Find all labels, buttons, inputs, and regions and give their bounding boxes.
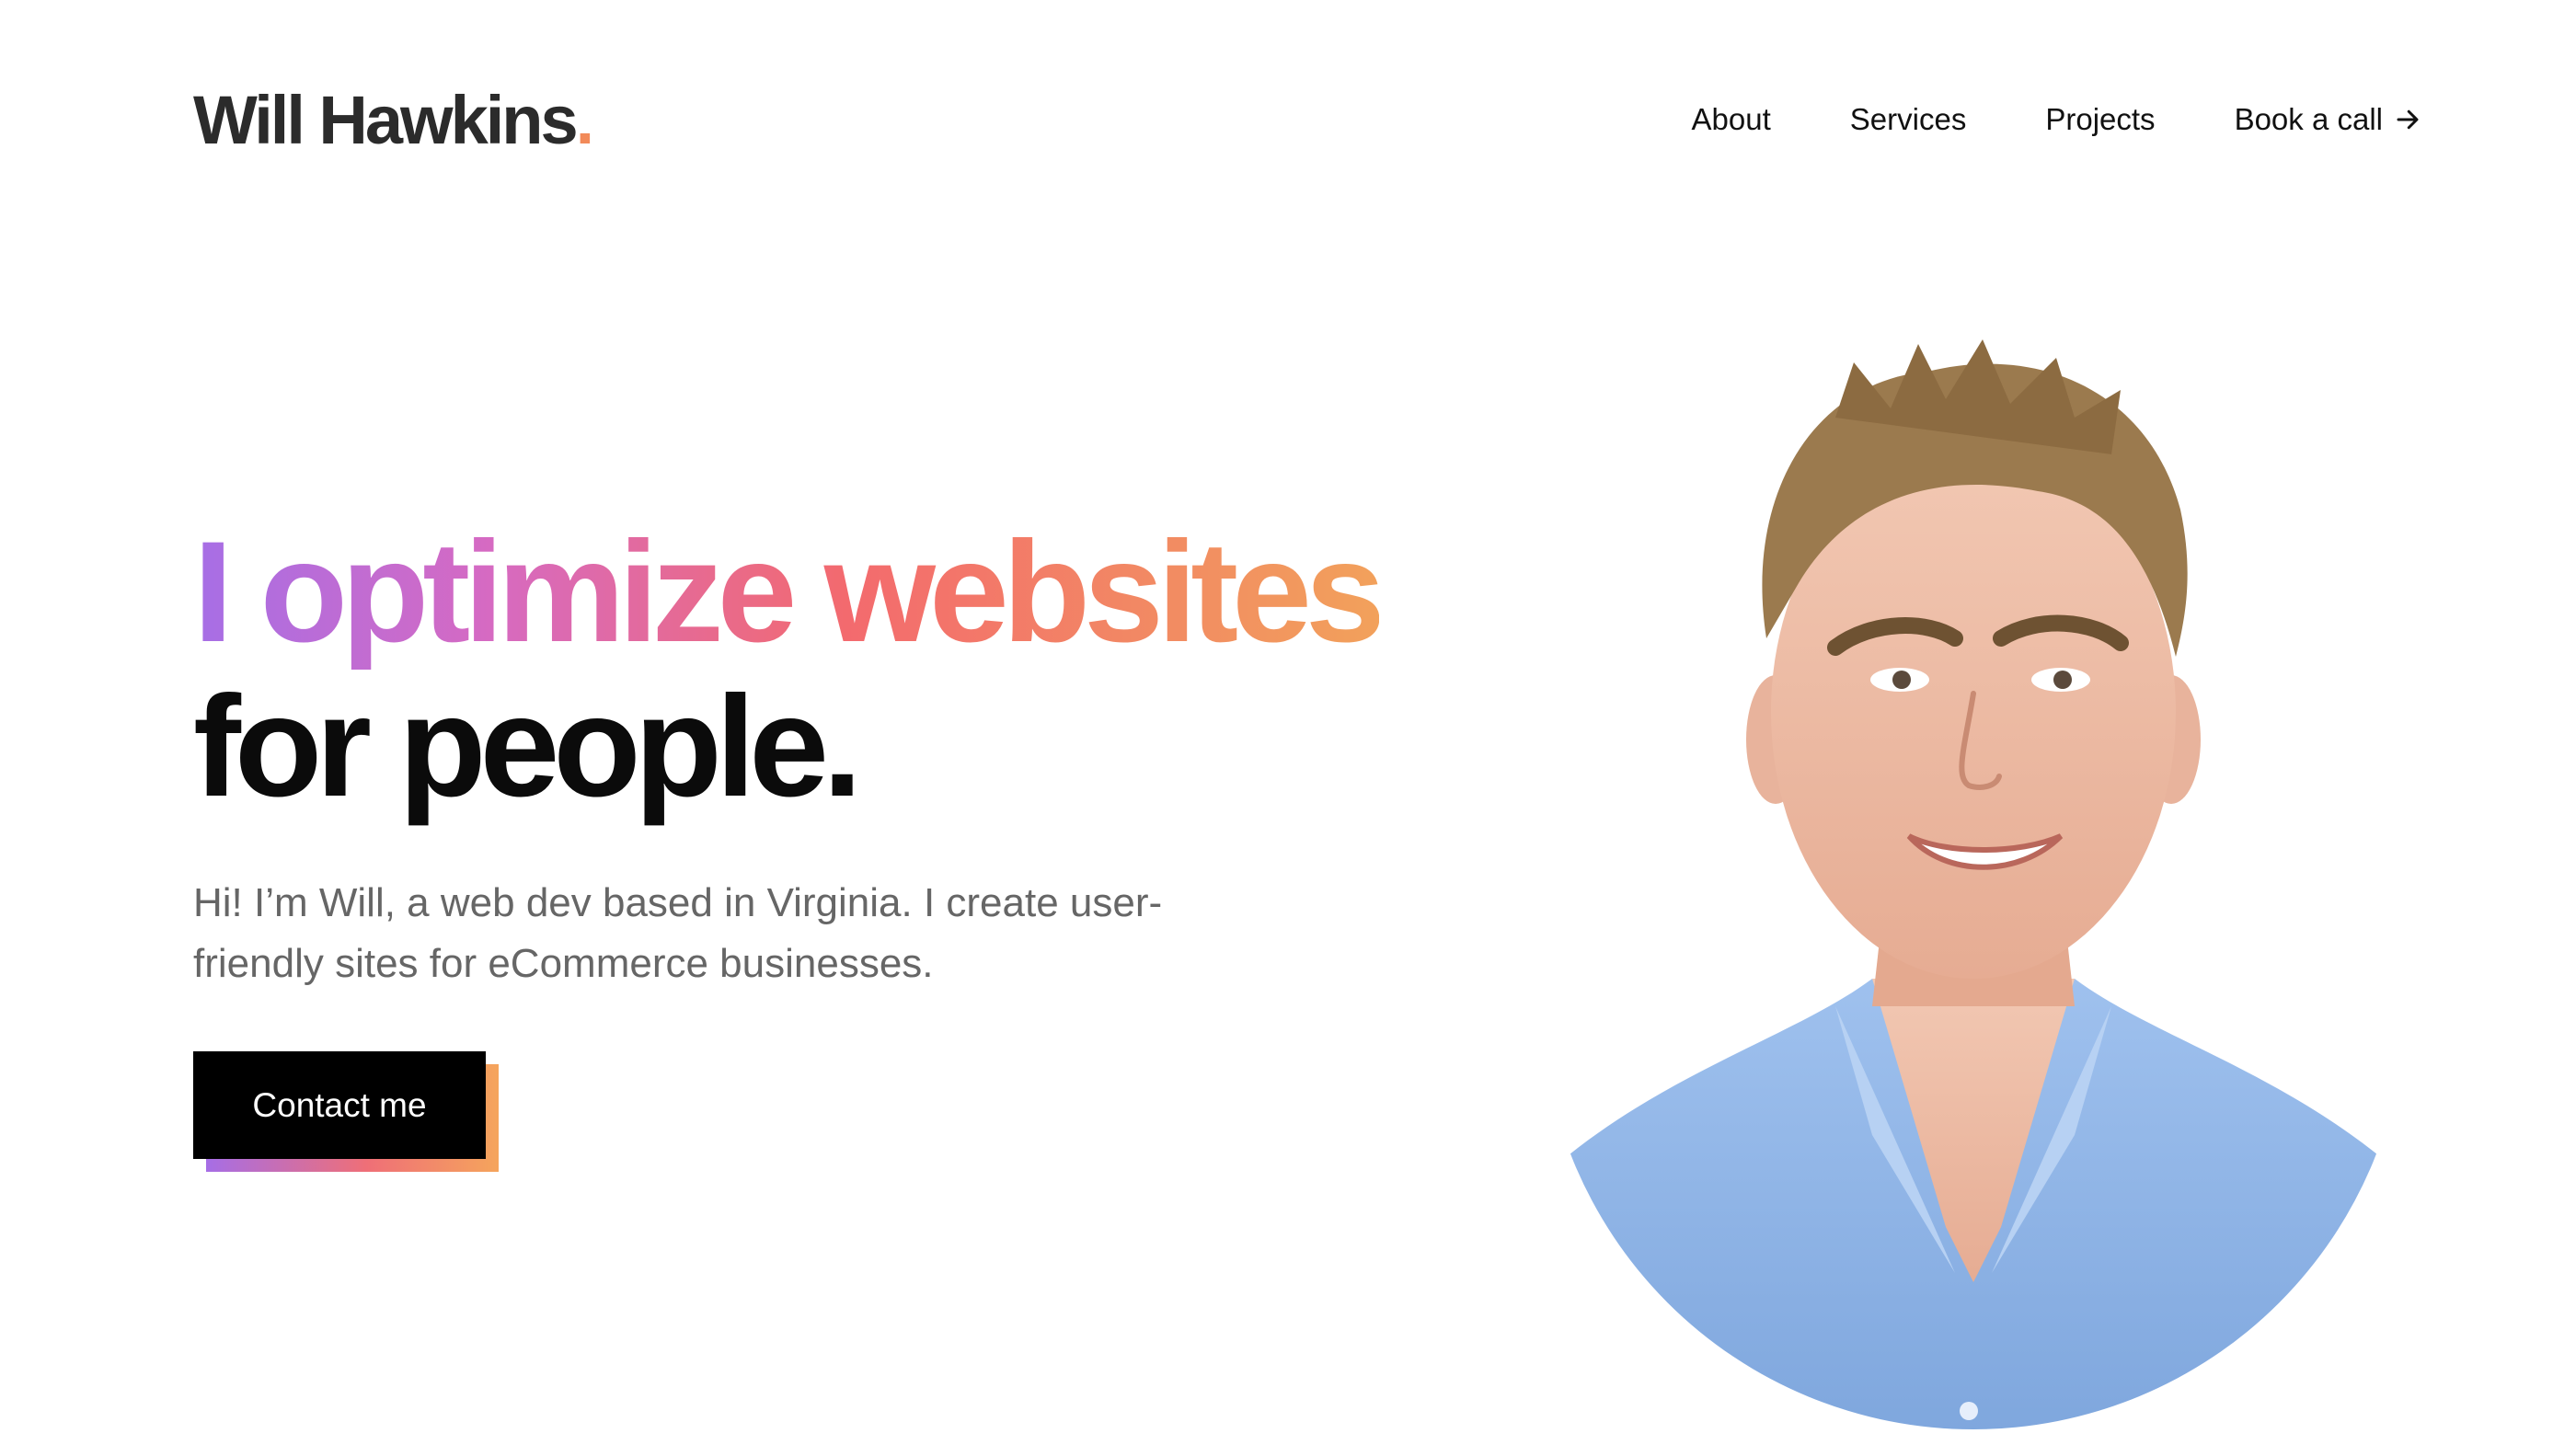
hero-section: I optimize websites for people. Hi! I’m … <box>193 515 1573 1035</box>
main-nav: About Services Projects Book a call <box>1692 102 2421 137</box>
contact-me-button[interactable]: Contact me <box>193 1051 486 1159</box>
logo-name: Will Hawkins <box>193 81 579 158</box>
nav-link-projects[interactable]: Projects <box>2045 102 2155 137</box>
nav-link-about[interactable]: About <box>1692 102 1771 137</box>
nav-link-book-call[interactable]: Book a call <box>2235 102 2421 137</box>
hero-intro: Hi! I’m Will, a web dev based in Virgini… <box>193 879 1163 986</box>
site-header: Will Hawkins. About Services Projects Bo… <box>193 74 2421 166</box>
headline-dark-text: for people. <box>193 667 862 828</box>
arrow-right-icon <box>2397 109 2419 130</box>
logo-dot: . <box>575 81 594 158</box>
book-call-label: Book a call <box>2234 102 2383 136</box>
headline-gradient-text: I optimize websites <box>193 512 1386 672</box>
contact-button-wrapper: Contact me <box>193 1051 501 1173</box>
site-logo[interactable]: Will Hawkins. <box>193 81 594 159</box>
portrait-photo <box>1559 339 2387 1429</box>
nav-link-services[interactable]: Services <box>1850 102 1967 137</box>
hero-headline: I optimize websites for people. <box>193 515 1573 825</box>
